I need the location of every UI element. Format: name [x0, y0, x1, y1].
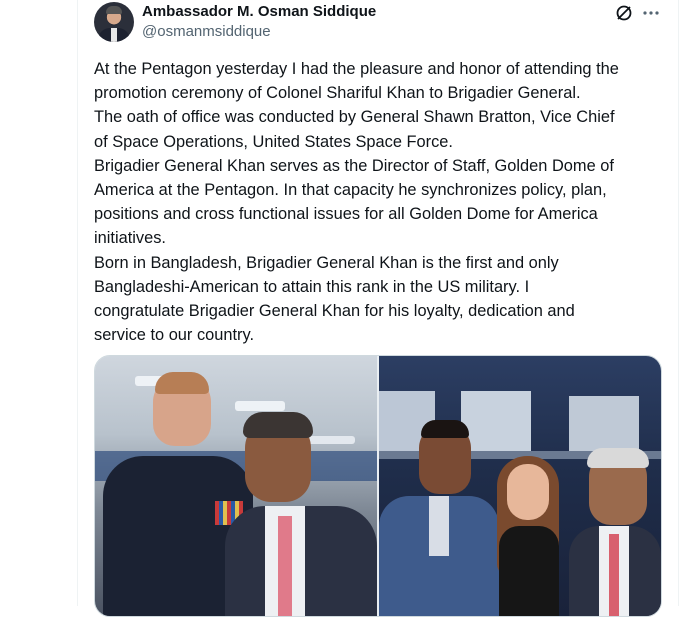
tweet-line: of Space Operations, United States Space…	[94, 132, 453, 151]
tweet-line: initiatives.	[94, 229, 166, 248]
tweet-line: service to our country.	[94, 326, 255, 345]
tweet-line: promotion ceremony of Colonel Shariful K…	[94, 84, 581, 103]
tweet-line: congratulate Brigadier General Khan for …	[94, 302, 575, 321]
tweet-line: positions and cross functional issues fo…	[94, 205, 598, 224]
tweet-line: Born in Bangladesh, Brigadier General Kh…	[94, 253, 559, 272]
photo-right[interactable]	[379, 356, 661, 616]
author-handle[interactable]: @osmanmsiddique	[142, 23, 271, 40]
tweet-line: Brigadier General Khan serves as the Dir…	[94, 156, 614, 175]
grok-icon[interactable]	[614, 3, 634, 23]
tweet-line: America at the Pentagon. In that capacit…	[94, 181, 607, 200]
more-icon[interactable]	[641, 3, 661, 23]
author-display-name[interactable]: Ambassador M. Osman Siddique	[142, 3, 376, 20]
tweet-line: Bangladeshi-American to attain this rank…	[94, 277, 530, 296]
avatar[interactable]	[94, 2, 134, 42]
media-grid	[94, 355, 662, 617]
photo-left[interactable]	[95, 356, 377, 616]
tweet-line: The oath of office was conducted by Gene…	[94, 108, 615, 127]
tweet-line: At the Pentagon yesterday I had the plea…	[94, 60, 619, 78]
tweet-text: At the Pentagon yesterday I had the plea…	[94, 57, 666, 347]
